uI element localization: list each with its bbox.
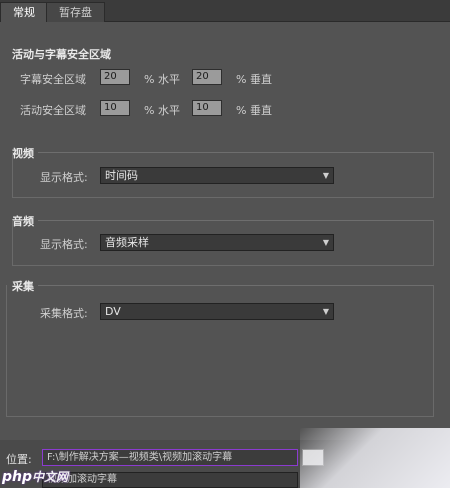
capture-format-label: 采集格式: [40,307,88,320]
action-safe-label: 活动安全区域 [20,104,86,117]
action-safe-horizontal-unit: % 水平 [144,104,180,117]
video-display-format-value: 时间码 [105,169,138,182]
site-logo: php中文网 [2,469,69,485]
title-safe-vertical-input[interactable]: 20 [192,69,222,85]
watermark-overlay [300,428,450,488]
tab-general[interactable]: 常规 [0,2,48,23]
tab-bar: 常规 暂存盘 [0,0,450,23]
action-safe-horizontal-input[interactable]: 10 [100,100,130,116]
location-label: 位置: [6,453,32,466]
capture-format-value: DV [105,305,121,318]
action-safe-vertical-unit: % 垂直 [236,104,272,117]
tab-scratch-disks[interactable]: 暂存盘 [46,2,105,22]
safe-margins-title: 活动与字幕安全区域 [12,48,111,61]
title-safe-label: 字幕安全区域 [20,73,86,86]
chevron-down-icon: ▼ [322,307,329,316]
capture-format-select[interactable]: DV ▼ [100,303,334,320]
name-field[interactable]: 视频加滚动字幕 [42,472,298,488]
title-safe-vertical-unit: % 垂直 [236,73,272,86]
title-safe-horizontal-input[interactable]: 20 [100,69,130,85]
audio-display-format-value: 音频采样 [105,236,149,249]
chevron-down-icon: ▼ [322,238,329,247]
settings-panel: 活动与字幕安全区域 字幕安全区域 20 % 水平 20 % 垂直 活动安全区域 … [0,22,450,440]
chevron-down-icon: ▼ [322,171,329,180]
video-display-format-select[interactable]: 时间码 ▼ [100,167,334,184]
action-safe-vertical-input[interactable]: 10 [192,100,222,116]
audio-display-format-label: 显示格式: [40,238,88,251]
title-safe-horizontal-unit: % 水平 [144,73,180,86]
video-display-format-label: 显示格式: [40,171,88,184]
location-field[interactable]: F:\制作解决方案—视频类\视频加滚动字幕 [42,449,298,466]
audio-display-format-select[interactable]: 音频采样 ▼ [100,234,334,251]
